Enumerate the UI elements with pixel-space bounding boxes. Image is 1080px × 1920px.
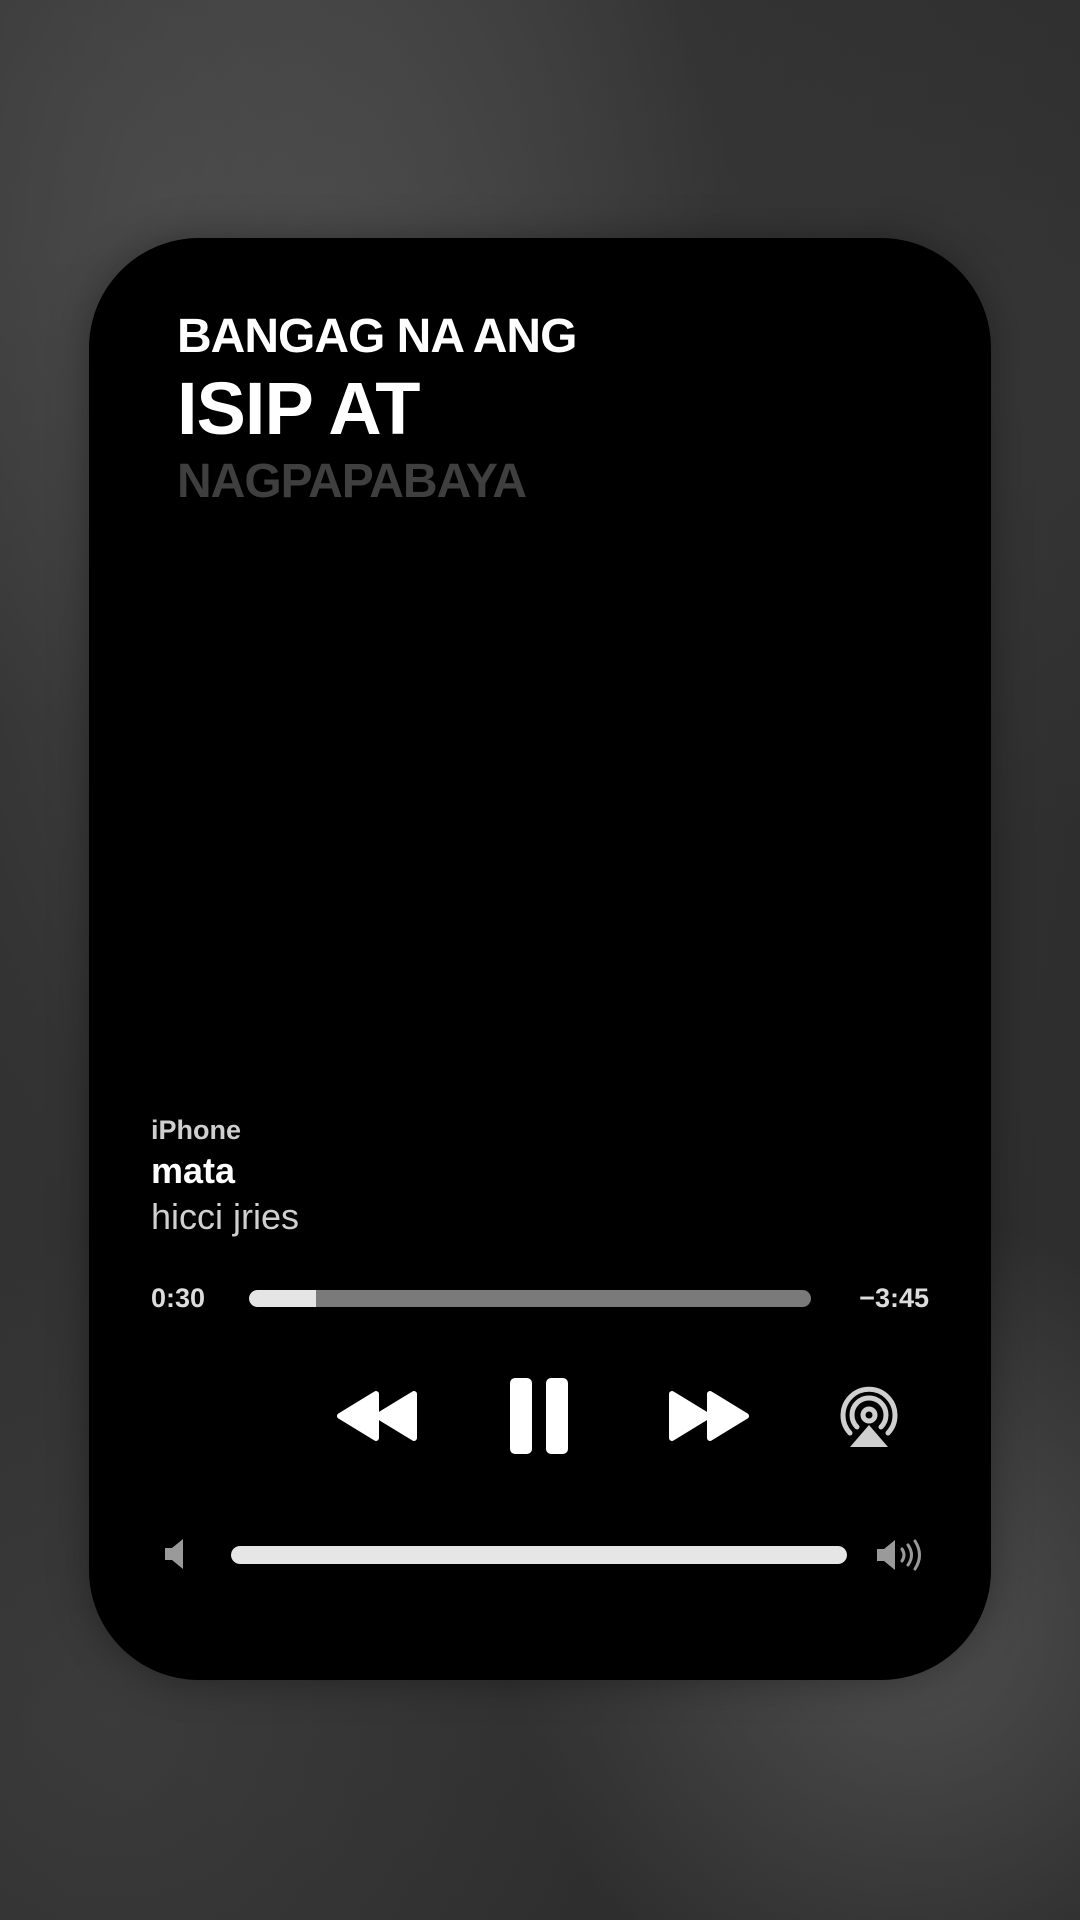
fast-forward-icon [669, 1391, 749, 1441]
elapsed-time: 0:30 [151, 1283, 206, 1313]
playback-progress: 0:30 −3:45 [151, 1278, 929, 1318]
progress-scrubber[interactable] [249, 1290, 811, 1307]
rewind-icon [337, 1391, 417, 1441]
output-device-label: iPhone [151, 1115, 242, 1145]
lyric-line-upcoming[interactable]: NAGPAPABAYA [177, 452, 576, 512]
airplay-button[interactable] [831, 1376, 907, 1456]
lyric-line[interactable]: BANGAG NA ANG [177, 308, 577, 366]
volume-fill [231, 1546, 847, 1564]
transport-controls [89, 1376, 991, 1456]
track-artist: hicci jries [151, 1196, 300, 1237]
track-title: mata [151, 1150, 236, 1191]
pause-icon [510, 1378, 568, 1454]
lyrics-panel[interactable]: BANGAG NA ANG ISIP AT NAGPAPABAYA [177, 308, 577, 512]
fast-forward-button[interactable] [661, 1376, 757, 1456]
airplay-icon [840, 1386, 898, 1447]
speaker-high-icon [877, 1539, 921, 1571]
now-playing-card: BANGAG NA ANG ISIP AT NAGPAPABAYA iPhone… [89, 238, 991, 1680]
speaker-low-icon [165, 1539, 183, 1569]
pause-button[interactable] [499, 1376, 579, 1456]
lyric-line-current[interactable]: ISIP AT [177, 366, 576, 452]
remaining-time: −3:45 [859, 1283, 929, 1313]
volume-slider[interactable] [231, 1546, 847, 1564]
volume-control [89, 1534, 991, 1574]
rewind-button[interactable] [329, 1376, 425, 1456]
progress-fill [249, 1290, 317, 1307]
track-info: iPhone mata hicci jries [151, 1112, 299, 1240]
